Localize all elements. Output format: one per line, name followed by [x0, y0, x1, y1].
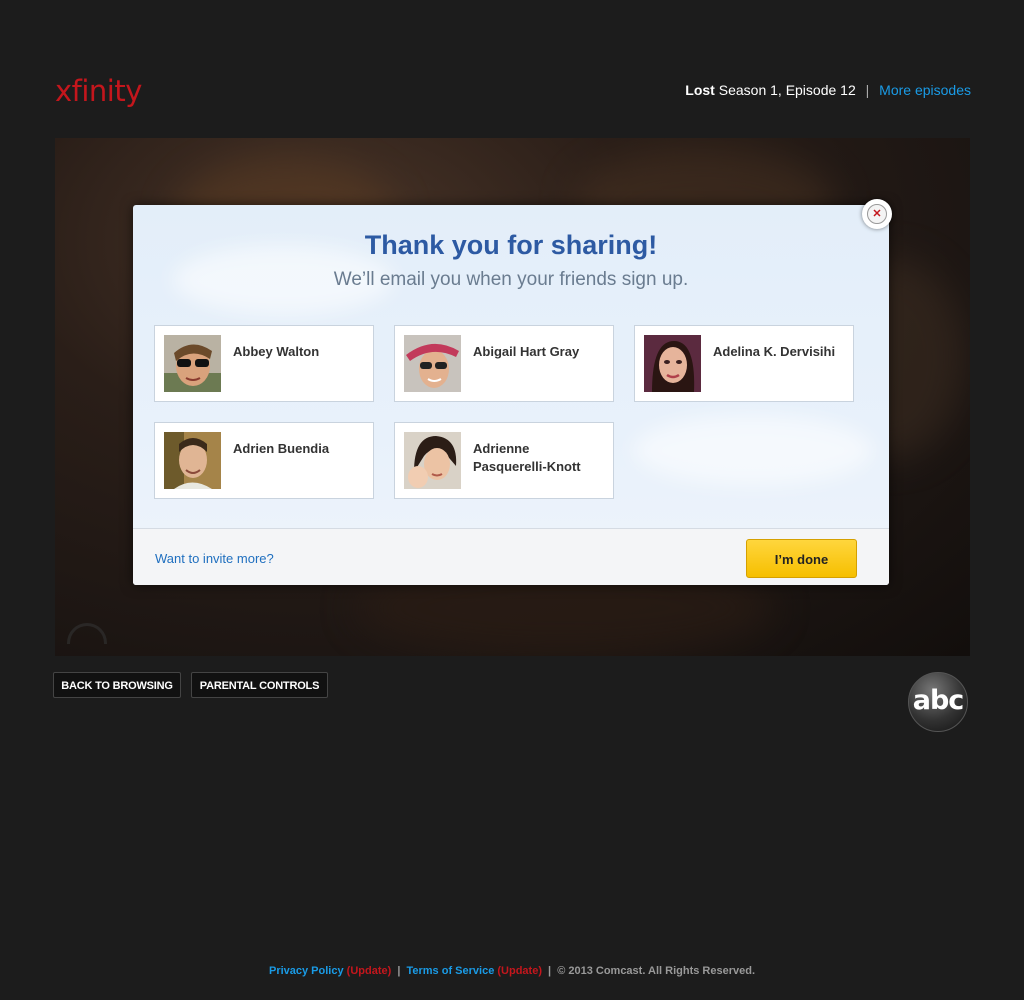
xfinity-logo[interactable]: xfinity — [55, 74, 142, 108]
friend-card: Adrien Buendia — [154, 422, 374, 499]
footer-separator: | — [548, 965, 552, 977]
back-to-browsing-button[interactable]: BACK TO BROWSING — [53, 672, 181, 698]
friend-avatar-image — [644, 335, 701, 392]
cloud-decoration — [633, 415, 873, 485]
friend-avatar-image — [404, 432, 461, 489]
terms-of-service-link[interactable]: Terms of Service — [406, 965, 494, 977]
friend-card: Adelina K. Dervisihi — [634, 325, 854, 402]
footer-separator: | — [397, 965, 401, 977]
friend-name: Adrien Buendia — [233, 441, 330, 456]
friend-card: Abigail Hart Gray — [394, 325, 614, 402]
friend-name: Adrienne Pasquerelli-Knott — [473, 441, 581, 474]
modal-subtitle: We’ll email you when your friends sign u… — [333, 269, 689, 290]
friend-name: Abbey Walton — [233, 344, 320, 359]
parental-controls-button[interactable]: PARENTAL CONTROLS — [191, 672, 328, 698]
privacy-update-link[interactable]: (Update) — [347, 965, 392, 977]
more-episodes-link[interactable]: More episodes — [879, 82, 971, 98]
close-modal-button[interactable]: ✕ — [862, 199, 892, 229]
friend-avatar-image — [164, 335, 221, 392]
friend-avatar-image — [404, 335, 461, 392]
friend-avatar-image — [164, 432, 221, 489]
close-icon: ✕ — [867, 204, 887, 224]
share-confirmation-modal: Thank you for sharing! We’ll email you w… — [133, 205, 889, 585]
page-footer: Privacy Policy (Update) | Terms of Servi… — [0, 965, 1024, 977]
friend-name: Adelina K. Dervisihi — [713, 344, 836, 359]
friend-card: Abbey Walton — [154, 325, 374, 402]
friend-card: Adrienne Pasquerelli-Knott — [394, 422, 614, 499]
abc-network-logo: abc — [908, 672, 968, 732]
modal-footer: Want to invite more? I’m done — [133, 528, 889, 585]
modal-title: Thank you for sharing! — [364, 230, 658, 260]
privacy-policy-link[interactable]: Privacy Policy — [269, 965, 344, 977]
separator: | — [865, 82, 870, 98]
show-title: Lost — [685, 82, 715, 98]
friend-name: Abigail Hart Gray — [473, 344, 580, 359]
loading-arc-icon — [67, 623, 107, 644]
done-button[interactable]: I’m done — [746, 539, 857, 578]
terms-update-link[interactable]: (Update) — [497, 965, 542, 977]
episode-label: Season 1, Episode 12 — [718, 82, 856, 98]
copyright-text: © 2013 Comcast. All Rights Reserved. — [557, 965, 756, 977]
invite-more-link[interactable]: Want to invite more? — [155, 551, 274, 566]
episode-info: Lost Season 1, Episode 12 | More episode… — [685, 82, 971, 98]
